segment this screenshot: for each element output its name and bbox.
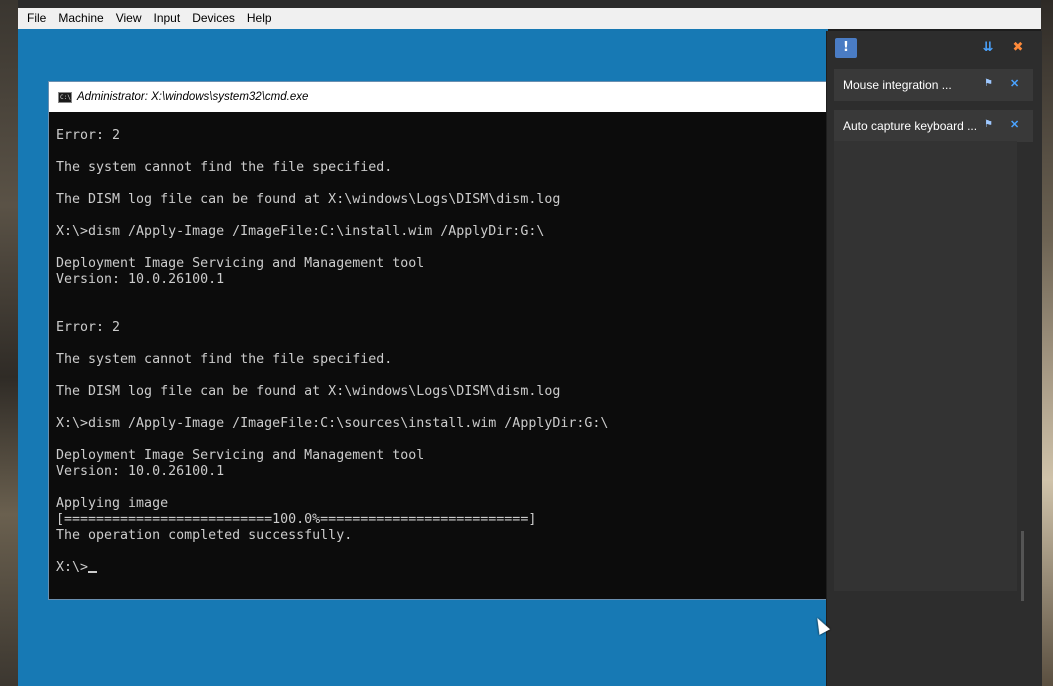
menu-help[interactable]: Help [241,8,278,29]
menu-file[interactable]: File [18,8,52,29]
console-line: Applying image [56,496,169,511]
sort-icon[interactable]: ⇊ [977,38,999,58]
console-line: Error: 2 [56,128,121,143]
notification-panel-body [834,141,1017,591]
notification-label: Auto capture keyboard ... [843,119,978,133]
host-top-strip [0,0,1053,8]
console-line: Version: 10.0.26100.1 [56,272,225,287]
host-background-left [0,0,18,686]
notification-mouse-integration[interactable]: Mouse integration ... ⚑ ✕ [834,69,1033,101]
menu-devices[interactable]: Devices [186,8,241,29]
pin-icon[interactable]: ⚑ [984,78,993,89]
dismiss-all-icon[interactable]: ✖ [1007,38,1029,58]
close-icon[interactable]: ✕ [1010,77,1019,90]
cmd-window-title: Administrator: X:\windows\system32\cmd.e… [77,91,309,103]
console-line: The system cannot find the file specifie… [56,160,393,175]
console-line: Deployment Image Servicing and Managemen… [56,256,425,271]
notification-label: Mouse integration ... [843,78,952,92]
console-line: X:\>dism /Apply-Image /ImageFile:C:\inst… [56,224,545,239]
console-text: Error: 2 The system cannot find the file… [49,112,837,576]
console-line: Error: 2 [56,320,121,335]
text-cursor [88,571,98,573]
notification-auto-capture-keyboard[interactable]: Auto capture keyboard ... ⚑ ✕ [834,110,1033,142]
console-line: The DISM log file can be found at X:\win… [56,192,561,207]
console-line: The system cannot find the file specifie… [56,352,393,367]
console-prompt: X:\> [56,560,89,575]
vm-menubar: File Machine View Input Devices Help [18,8,1041,29]
console-line: The operation completed successfully. [56,528,353,543]
panel-scrollbar[interactable] [1021,531,1024,601]
console-output[interactable]: Error: 2 The system cannot find the file… [49,112,837,599]
menu-view[interactable]: View [110,8,148,29]
console-line: X:\>dism /Apply-Image /ImageFile:C:\sour… [56,416,609,431]
console-line: Deployment Image Servicing and Managemen… [56,448,425,463]
cmd-window[interactable]: C:\ Administrator: X:\windows\system32\c… [48,81,838,600]
menu-machine[interactable]: Machine [52,8,109,29]
notification-panel-toolbar: ! ⇊ ✖ [827,31,1042,65]
pin-icon[interactable]: ⚑ [984,119,993,130]
notification-panel: ! ⇊ ✖ Mouse integration ... ⚑ ✕ Auto cap… [826,31,1042,686]
console-line: [==========================100.0%=======… [56,512,537,527]
console-line: Version: 10.0.26100.1 [56,464,225,479]
host-background-right [1041,0,1053,686]
close-icon[interactable]: ✕ [1010,118,1019,131]
console-line: The DISM log file can be found at X:\win… [56,384,561,399]
menu-input[interactable]: Input [148,8,187,29]
cmd-icon: C:\ [58,91,72,103]
notification-icon[interactable]: ! [835,38,857,58]
cmd-title-bar[interactable]: C:\ Administrator: X:\windows\system32\c… [49,82,837,112]
